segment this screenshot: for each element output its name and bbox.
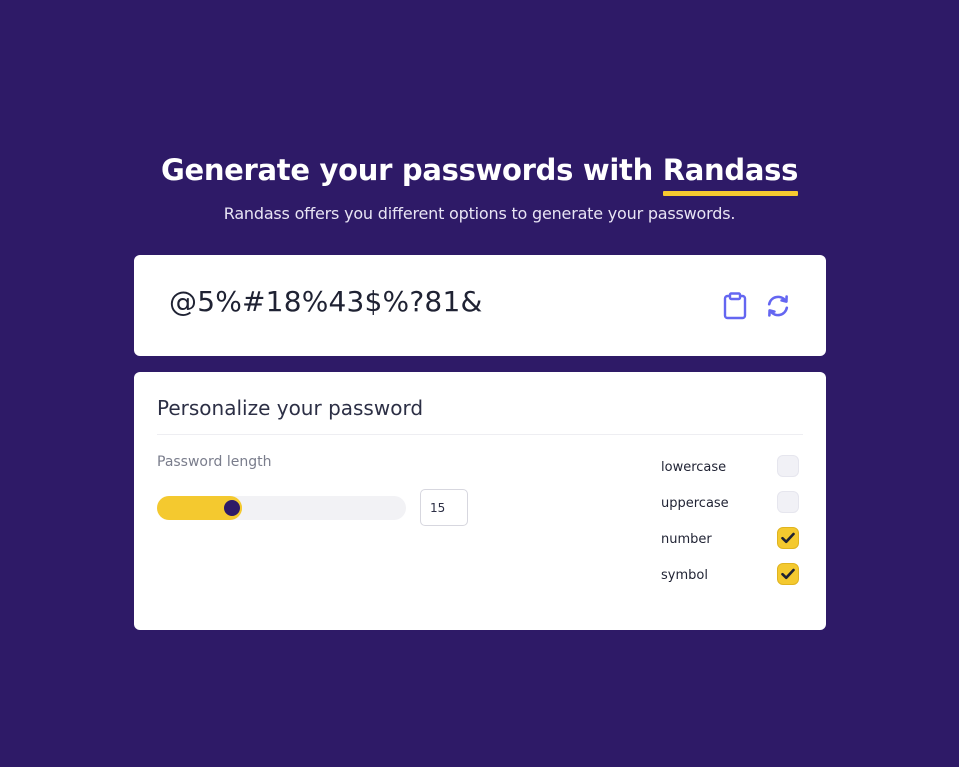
option-uppercase: uppercase	[661, 491, 801, 517]
refresh-icon	[767, 295, 789, 317]
option-number: number	[661, 527, 801, 553]
checkbox-symbol[interactable]	[777, 563, 799, 585]
page-title: Generate your passwords with Randass	[0, 148, 959, 196]
checkmark-icon	[781, 568, 795, 580]
checkbox-uppercase[interactable]	[777, 491, 799, 513]
clipboard-icon	[723, 292, 747, 320]
password-length-label: Password length	[157, 454, 272, 470]
options-card: Personalize your password Password lengt…	[134, 372, 826, 630]
options-title: Personalize your password	[157, 396, 424, 420]
password-length-slider[interactable]	[157, 496, 406, 520]
password-length-input[interactable]	[420, 489, 468, 526]
copy-button[interactable]	[720, 291, 750, 321]
page-subtitle: Randass offers you different options to …	[223, 204, 736, 223]
option-label-uppercase: uppercase	[661, 496, 729, 511]
title-prefix: Generate your passwords with	[160, 153, 663, 187]
option-label-lowercase: lowercase	[661, 460, 727, 475]
brand-name: Randass	[662, 148, 798, 196]
checkbox-number[interactable]	[777, 527, 799, 549]
checkmark-icon	[781, 532, 795, 544]
option-label-symbol: symbol	[661, 568, 708, 583]
option-lowercase: lowercase	[661, 455, 801, 481]
option-symbol: symbol	[661, 563, 801, 589]
password-card: @5%#18%43$%?81&	[134, 255, 826, 356]
checkbox-lowercase[interactable]	[777, 455, 799, 477]
slider-thumb[interactable]	[222, 498, 242, 518]
divider	[157, 434, 803, 435]
regenerate-button[interactable]	[763, 291, 793, 321]
option-label-number: number	[661, 532, 712, 547]
generated-password: @5%#18%43$%?81&	[169, 285, 483, 318]
hero-section: Generate your passwords with Randass Ran…	[0, 148, 959, 223]
